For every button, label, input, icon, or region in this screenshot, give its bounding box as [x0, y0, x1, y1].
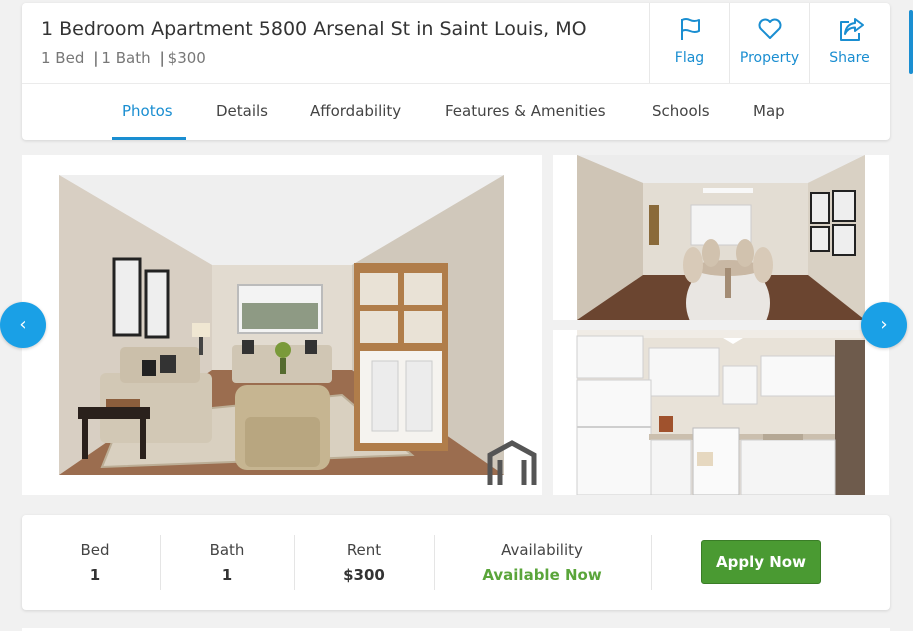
bath-label: Bath [209, 541, 245, 559]
tab-map[interactable]: Map [753, 102, 785, 120]
separator: | [159, 49, 165, 67]
dining-room-image [553, 155, 889, 320]
heart-icon [758, 18, 782, 39]
tab-affordability[interactable]: Affordability [310, 102, 401, 120]
rent-value: $300 [343, 566, 385, 584]
listing-header: 1 Bedroom Apartment 5800 Arsenal St in S… [22, 3, 890, 140]
photo-kitchen[interactable] [553, 330, 889, 495]
availability-value: Available Now [482, 566, 602, 584]
beds-text: 1 Bed [41, 49, 85, 67]
divider [434, 535, 435, 590]
flag-label: Flag [674, 50, 705, 66]
share-button[interactable]: Share [809, 3, 889, 83]
scrollbar-thumb[interactable] [909, 10, 913, 74]
flag-button[interactable]: Flag [649, 3, 729, 83]
flag-icon [681, 18, 700, 40]
property-label: Property [739, 50, 800, 66]
share-label: Share [829, 50, 870, 66]
photo-dining-room[interactable] [553, 155, 889, 320]
divider [651, 535, 652, 590]
bath-value: 1 [221, 566, 233, 584]
divider [160, 535, 161, 590]
divider [294, 535, 295, 590]
active-tab-indicator [112, 137, 186, 140]
listing-title: 1 Bedroom Apartment 5800 Arsenal St in S… [41, 18, 587, 40]
kitchen-image [553, 330, 889, 495]
separator: | [93, 49, 99, 67]
baths-text: 1 Bath [101, 49, 151, 67]
bed-value: 1 [89, 566, 101, 584]
tab-bar: Photos Details Affordability Features & … [22, 84, 890, 140]
next-photo-button[interactable]: › [861, 302, 907, 348]
share-icon [840, 18, 864, 41]
tab-photos[interactable]: Photos [122, 102, 173, 120]
summary-bath: Bath 1 [172, 515, 282, 610]
photo-gallery [22, 155, 890, 495]
tab-details[interactable]: Details [216, 102, 268, 120]
chevron-right-icon: › [880, 314, 888, 335]
tab-schools[interactable]: Schools [652, 102, 710, 120]
listing-subinfo: 1 Bed | 1 Bath | $300 [41, 49, 206, 67]
summary-availability: Availability Available Now [452, 515, 632, 610]
rent-label: Rent [346, 541, 382, 559]
summary-bed: Bed 1 [40, 515, 150, 610]
living-room-image [22, 155, 542, 495]
bed-label: Bed [80, 541, 110, 559]
listing-summary: Bed 1 Bath 1 Rent $300 Availability Avai… [22, 515, 890, 610]
availability-label: Availability [501, 541, 583, 559]
tab-features-amenities[interactable]: Features & Amenities [445, 102, 606, 120]
apply-now-button[interactable]: Apply Now [701, 540, 821, 584]
chevron-left-icon: ‹ [19, 314, 27, 335]
photo-living-room[interactable] [22, 155, 542, 495]
previous-photo-button[interactable]: ‹ [0, 302, 46, 348]
summary-rent: Rent $300 [304, 515, 424, 610]
price-text: $300 [167, 49, 206, 67]
favorite-property-button[interactable]: Property [729, 3, 809, 83]
